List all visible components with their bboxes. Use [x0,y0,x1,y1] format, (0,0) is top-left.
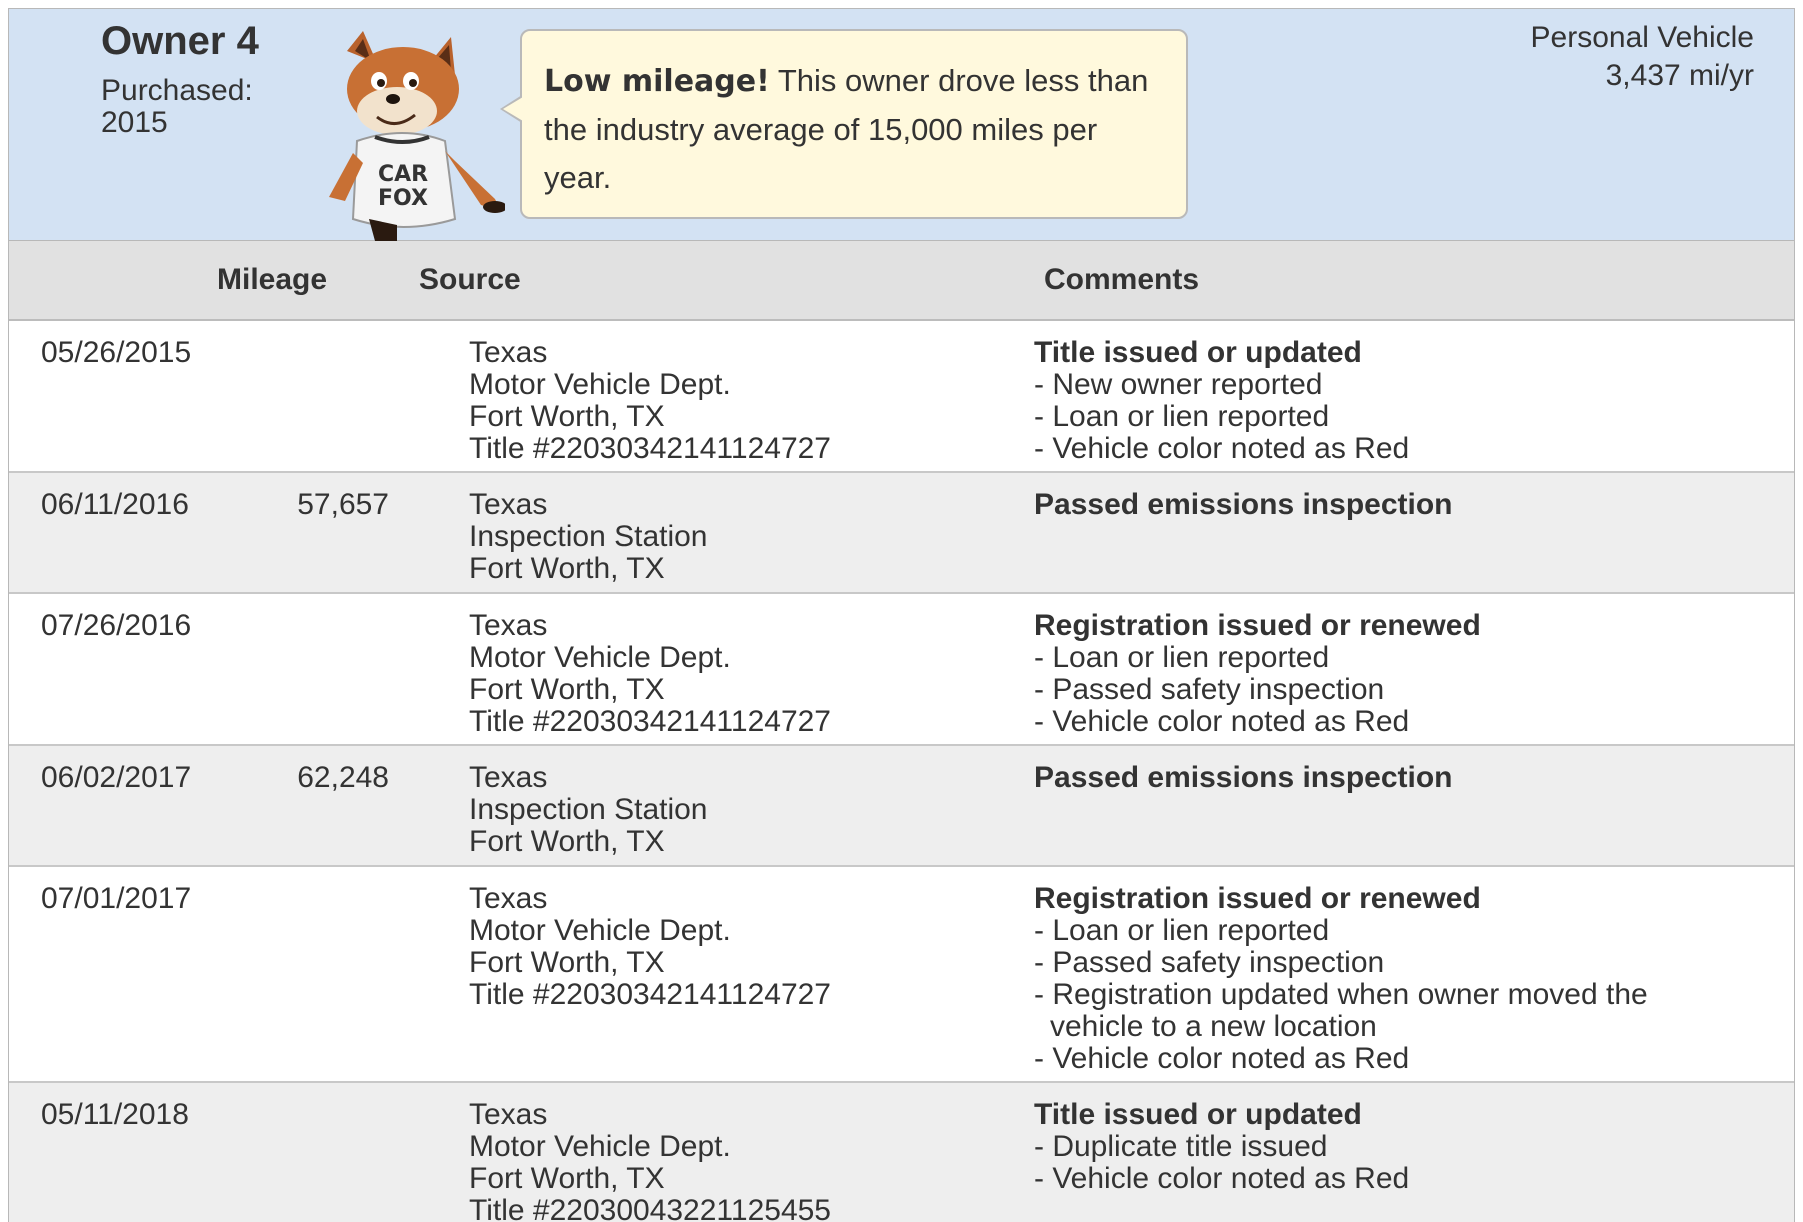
comment-title: Title issued or updated [1034,336,1362,369]
source-state: Texas [469,609,548,642]
comment-item: - Loan or lien reported [1034,914,1330,947]
record-comments: Registration issued or renewed - Loan or… [1034,883,1734,1075]
owner-title: Owner 4 [101,19,259,63]
record-date: 07/26/2016 [41,609,192,642]
comment-item: - Registration updated when owner moved … [1034,978,1648,1043]
miles-per-year: 3,437 mi/yr [1605,59,1754,92]
callout-highlight: Low mileage! [544,64,770,99]
source-state: Texas [469,488,548,521]
comment-item: - Loan or lien reported [1034,400,1330,433]
comment-title: Registration issued or renewed [1034,609,1481,642]
record-date: 06/11/2016 [41,488,189,521]
purchase-info: Purchased: 2015 [101,75,253,139]
svg-text:CAR: CAR [378,162,428,187]
vehicle-usage: Personal Vehicle 3,437 mi/yr [1531,19,1754,95]
comment-item: - Loan or lien reported [1034,641,1330,674]
source-state: Texas [469,336,548,369]
table-row: 07/01/2017 Texas Motor Vehicle Dept. For… [9,867,1794,1083]
record-source: Texas Inspection Station Fort Worth, TX [469,489,1029,585]
comment-item: - Duplicate title issued [1034,1130,1328,1163]
table-row: 07/26/2016 Texas Motor Vehicle Dept. For… [9,594,1794,746]
table-row: 05/11/2018 Texas Motor Vehicle Dept. For… [9,1083,1794,1222]
source-title-number: Title #22030342141124727 [469,705,831,738]
comment-item: - Vehicle color noted as Red [1034,1042,1410,1075]
column-header-mileage: Mileage [217,263,328,296]
record-mileage: 57,657 [297,488,389,521]
usage-type: Personal Vehicle [1530,21,1754,54]
purchased-year: 2015 [101,106,168,139]
record-source: Texas Inspection Station Fort Worth, TX [469,762,1029,858]
record-source: Texas Motor Vehicle Dept. Fort Worth, TX… [469,883,1029,1011]
source-location: Fort Worth, TX [469,1162,665,1195]
source-title-number: Title #22030342141124727 [469,432,831,465]
source-agency: Motor Vehicle Dept. [469,914,731,947]
source-state: Texas [469,882,548,915]
low-mileage-callout: Low mileage! This owner drove less than … [500,29,1188,219]
record-comments: Passed emissions inspection [1034,762,1734,794]
table-row: 06/02/2017 62,248 Texas Inspection Stati… [9,746,1794,867]
comment-title: Passed emissions inspection [1034,761,1453,794]
table-row: 06/11/2016 57,657 Texas Inspection Stati… [9,473,1794,594]
owner-header: Owner 4 Purchased: 2015 CAR FOX Low mile… [9,9,1794,241]
source-title-number: Title #22030342141124727 [469,978,831,1011]
source-location: Fort Worth, TX [469,946,665,979]
comment-title: Registration issued or renewed [1034,882,1481,915]
source-state: Texas [469,1098,548,1131]
source-location: Fort Worth, TX [469,552,665,585]
source-location: Fort Worth, TX [469,673,665,706]
table-row: 05/26/2015 Texas Motor Vehicle Dept. For… [9,321,1794,473]
record-date: 05/26/2015 [41,336,192,369]
record-comments: Passed emissions inspection [1034,489,1734,521]
record-comments: Title issued or updated - New owner repo… [1034,337,1734,465]
comment-item: - Passed safety inspection [1034,673,1385,706]
record-comments: Registration issued or renewed - Loan or… [1034,610,1734,738]
record-source: Texas Motor Vehicle Dept. Fort Worth, TX… [469,610,1029,738]
record-date: 06/02/2017 [41,761,192,794]
source-title-number: Title #22030043221125455 [469,1194,831,1222]
record-source: Texas Motor Vehicle Dept. Fort Worth, TX… [469,1099,1029,1222]
purchased-label: Purchased: [101,74,253,107]
history-records: 05/26/2015 Texas Motor Vehicle Dept. For… [9,321,1794,1222]
comment-title: Passed emissions inspection [1034,488,1453,521]
comment-item: - New owner reported [1034,368,1323,401]
record-source: Texas Motor Vehicle Dept. Fort Worth, TX… [469,337,1029,465]
source-agency: Inspection Station [469,793,708,826]
comment-item: - Vehicle color noted as Red [1034,1162,1410,1195]
comment-item: - Vehicle color noted as Red [1034,705,1410,738]
source-location: Fort Worth, TX [469,400,665,433]
record-comments: Title issued or updated - Duplicate titl… [1034,1099,1734,1195]
table-header: Mileage Source Comments [9,241,1794,321]
carfox-mascot-icon: CAR FOX [329,31,505,241]
source-agency: Motor Vehicle Dept. [469,1130,731,1163]
source-agency: Motor Vehicle Dept. [469,641,731,674]
comment-title: Title issued or updated [1034,1098,1362,1131]
column-header-comments: Comments [1044,263,1200,296]
source-agency: Inspection Station [469,520,708,553]
column-header-source: Source [419,263,521,296]
svg-text:FOX: FOX [378,186,428,211]
record-date: 05/11/2018 [41,1098,189,1131]
comment-item: - Passed safety inspection [1034,946,1385,979]
comment-item: - Vehicle color noted as Red [1034,432,1410,465]
ownership-history-report: Owner 4 Purchased: 2015 CAR FOX Low mile… [8,8,1795,1222]
source-agency: Motor Vehicle Dept. [469,368,731,401]
source-state: Texas [469,761,548,794]
record-mileage: 62,248 [297,761,389,794]
record-date: 07/01/2017 [41,882,192,915]
source-location: Fort Worth, TX [469,825,665,858]
